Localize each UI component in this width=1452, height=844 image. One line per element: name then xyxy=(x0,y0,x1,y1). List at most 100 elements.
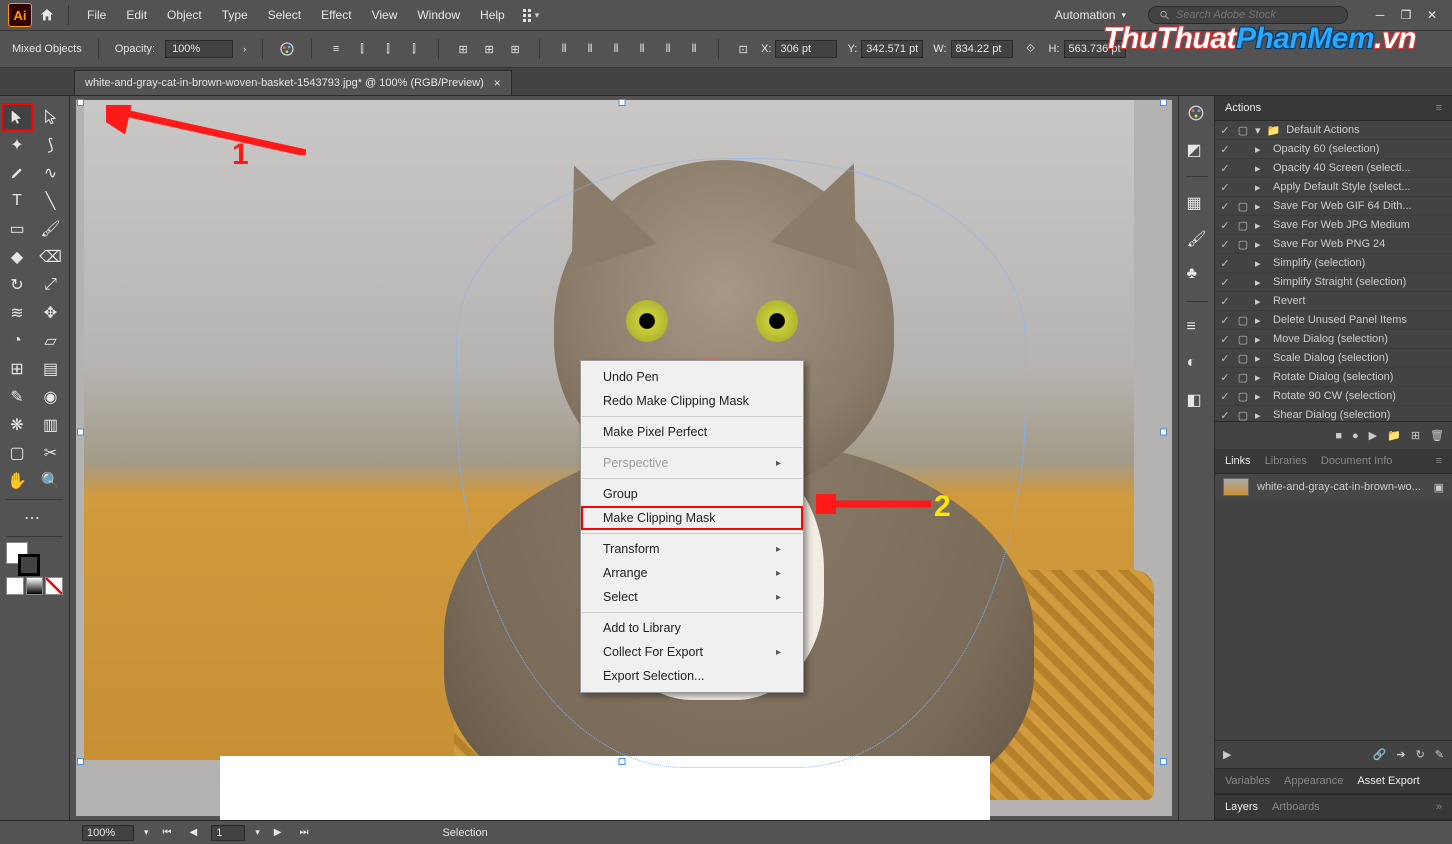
transparency-panel-icon[interactable]: ◧ xyxy=(1187,390,1207,410)
gradient-panel-icon[interactable]: ◐ xyxy=(1187,354,1207,374)
chevron-icon[interactable]: » xyxy=(1436,801,1442,813)
action-row[interactable]: ✓▢▸Save For Web JPG Medium xyxy=(1215,216,1452,235)
menu-help[interactable]: Help xyxy=(472,4,513,26)
symbol-sprayer-tool[interactable]: ❋ xyxy=(2,412,32,438)
shape-builder-tool[interactable]: ◔ xyxy=(2,328,32,354)
tab-appearance[interactable]: Appearance xyxy=(1284,775,1343,787)
align-icon[interactable]: ⊞ xyxy=(455,41,471,57)
eraser-tool[interactable]: ⌫ xyxy=(36,244,66,270)
distribute-icon[interactable]: ⫴ xyxy=(686,41,702,57)
distribute-icon[interactable]: ⫴ xyxy=(556,41,572,57)
link-wh-icon[interactable]: ⟐ xyxy=(1023,41,1039,57)
action-row[interactable]: ✓▸Apply Default Style (select... xyxy=(1215,178,1452,197)
update-link-icon[interactable]: ↻ xyxy=(1416,748,1425,761)
menu-type[interactable]: Type xyxy=(214,4,256,26)
edit-original-icon[interactable]: ✎ xyxy=(1435,748,1444,761)
align-icon[interactable]: ⫿ xyxy=(354,41,370,57)
action-row[interactable]: ✓▸Simplify (selection) xyxy=(1215,254,1452,273)
action-row[interactable]: ✓▢▸Rotate Dialog (selection) xyxy=(1215,368,1452,387)
width-tool[interactable]: ≋ xyxy=(2,300,32,326)
selection-tool[interactable] xyxy=(2,104,32,130)
action-row[interactable]: ✓▢▸Rotate 90 CW (selection) xyxy=(1215,387,1452,406)
mesh-tool[interactable]: ⊞ xyxy=(2,356,32,382)
stop-icon[interactable]: ■ xyxy=(1335,430,1342,442)
chevron-down-icon[interactable]: ▾ xyxy=(535,10,540,21)
line-tool[interactable]: ╲ xyxy=(36,188,66,214)
panel-menu-icon[interactable]: ≡ xyxy=(1436,102,1442,114)
tab-actions[interactable]: Actions xyxy=(1225,102,1261,114)
expand-icon[interactable]: ▶ xyxy=(1223,748,1231,761)
search-input[interactable] xyxy=(1176,9,1337,21)
new-set-icon[interactable]: 📁 xyxy=(1387,429,1401,442)
goto-link-icon[interactable]: ➔ xyxy=(1396,748,1405,761)
distribute-icon[interactable]: ⫴ xyxy=(608,41,624,57)
minimize-button[interactable]: ─ xyxy=(1368,5,1392,25)
ctx-export-selection[interactable]: Export Selection... xyxy=(581,664,803,688)
app-logo[interactable]: Ai xyxy=(8,3,32,27)
paintbrush-tool[interactable]: 🖌 xyxy=(36,216,66,242)
opacity-input[interactable] xyxy=(165,40,233,58)
free-transform-tool[interactable]: ✥ xyxy=(36,300,66,326)
ctx-select[interactable]: Select▸ xyxy=(581,585,803,609)
tab-artboards[interactable]: Artboards xyxy=(1272,801,1320,813)
symbols-panel-icon[interactable]: ♣ xyxy=(1187,265,1207,285)
actions-list[interactable]: ✓▢ ▾📁 Default Actions ✓▸Opacity 60 (sele… xyxy=(1215,121,1452,421)
edit-toolbar[interactable]: ⋯ xyxy=(2,505,62,531)
recolor-icon[interactable] xyxy=(279,41,295,57)
gradient-swatch[interactable] xyxy=(26,577,44,595)
tab-asset-export[interactable]: Asset Export xyxy=(1357,775,1419,787)
relink-icon[interactable]: 🔗 xyxy=(1373,748,1387,761)
fill-swatch[interactable] xyxy=(6,577,24,595)
lasso-tool[interactable]: ⟆ xyxy=(36,132,66,158)
ctx-transform[interactable]: Transform▸ xyxy=(581,537,803,561)
ctx-add-library[interactable]: Add to Library xyxy=(581,616,803,640)
ctx-arrange[interactable]: Arrange▸ xyxy=(581,561,803,585)
align-icon[interactable]: ⫿ xyxy=(406,41,422,57)
scale-tool[interactable]: ⤢ xyxy=(36,272,66,298)
artboard-tool[interactable]: ▢ xyxy=(2,440,32,466)
tab-variables[interactable]: Variables xyxy=(1225,775,1270,787)
record-icon[interactable]: ● xyxy=(1352,430,1359,442)
eyedropper-tool[interactable]: ✎ xyxy=(2,384,32,410)
close-button[interactable]: ✕ xyxy=(1420,5,1444,25)
action-row[interactable]: ✓▢▸Save For Web PNG 24 xyxy=(1215,235,1452,254)
rotate-tool[interactable]: ↻ xyxy=(2,272,32,298)
restore-button[interactable]: ❐ xyxy=(1394,5,1418,25)
column-graph-tool[interactable]: ▥ xyxy=(36,412,66,438)
action-set-row[interactable]: ✓▢ ▾📁 Default Actions xyxy=(1215,121,1452,140)
action-row[interactable]: ✓▢▸Scale Dialog (selection) xyxy=(1215,349,1452,368)
y-input[interactable] xyxy=(861,40,923,58)
direct-selection-tool[interactable] xyxy=(36,104,66,130)
x-input[interactable] xyxy=(775,40,837,58)
action-row[interactable]: ✓▸Opacity 60 (selection) xyxy=(1215,140,1452,159)
tab-layers[interactable]: Layers xyxy=(1225,801,1258,813)
fill-stroke[interactable] xyxy=(0,540,69,574)
blend-tool[interactable]: ◉ xyxy=(36,384,66,410)
canvas[interactable]: 1 2 Undo Pen Redo Make Clipping Mask Mak… xyxy=(70,96,1178,820)
delete-icon[interactable]: 🗑 xyxy=(1430,429,1444,442)
new-action-icon[interactable]: ⊞ xyxy=(1411,429,1420,442)
curvature-tool[interactable]: ∿ xyxy=(36,160,66,186)
menu-object[interactable]: Object xyxy=(159,4,210,26)
type-tool[interactable]: T xyxy=(2,188,32,214)
action-row[interactable]: ✓▢▸Move Dialog (selection) xyxy=(1215,330,1452,349)
link-row[interactable]: white-and-gray-cat-in-brown-wo... ▣ xyxy=(1215,474,1452,500)
ctx-pixel-perfect[interactable]: Make Pixel Perfect xyxy=(581,420,803,444)
close-tab-icon[interactable]: × xyxy=(494,76,501,90)
arrange-docs-icon[interactable] xyxy=(523,9,531,22)
action-row[interactable]: ✓▸Simplify Straight (selection) xyxy=(1215,273,1452,292)
document-tab[interactable]: white-and-gray-cat-in-brown-woven-basket… xyxy=(74,70,512,95)
menu-window[interactable]: Window xyxy=(409,4,468,26)
menu-view[interactable]: View xyxy=(364,4,406,26)
align-icon[interactable]: ⫿ xyxy=(380,41,396,57)
artboard-num-input[interactable] xyxy=(211,825,245,841)
brushes-panel-icon[interactable]: 🖌 xyxy=(1187,229,1207,249)
ctx-undo[interactable]: Undo Pen xyxy=(581,365,803,389)
search-stock[interactable] xyxy=(1148,6,1348,24)
ctx-redo[interactable]: Redo Make Clipping Mask xyxy=(581,389,803,413)
menu-effect[interactable]: Effect xyxy=(313,4,359,26)
ref-point-icon[interactable]: ⊡ xyxy=(735,41,751,57)
align-icon[interactable]: ⊞ xyxy=(481,41,497,57)
hand-tool[interactable]: ✋ xyxy=(2,468,32,494)
action-row[interactable]: ✓▢▸Save For Web GIF 64 Dith... xyxy=(1215,197,1452,216)
